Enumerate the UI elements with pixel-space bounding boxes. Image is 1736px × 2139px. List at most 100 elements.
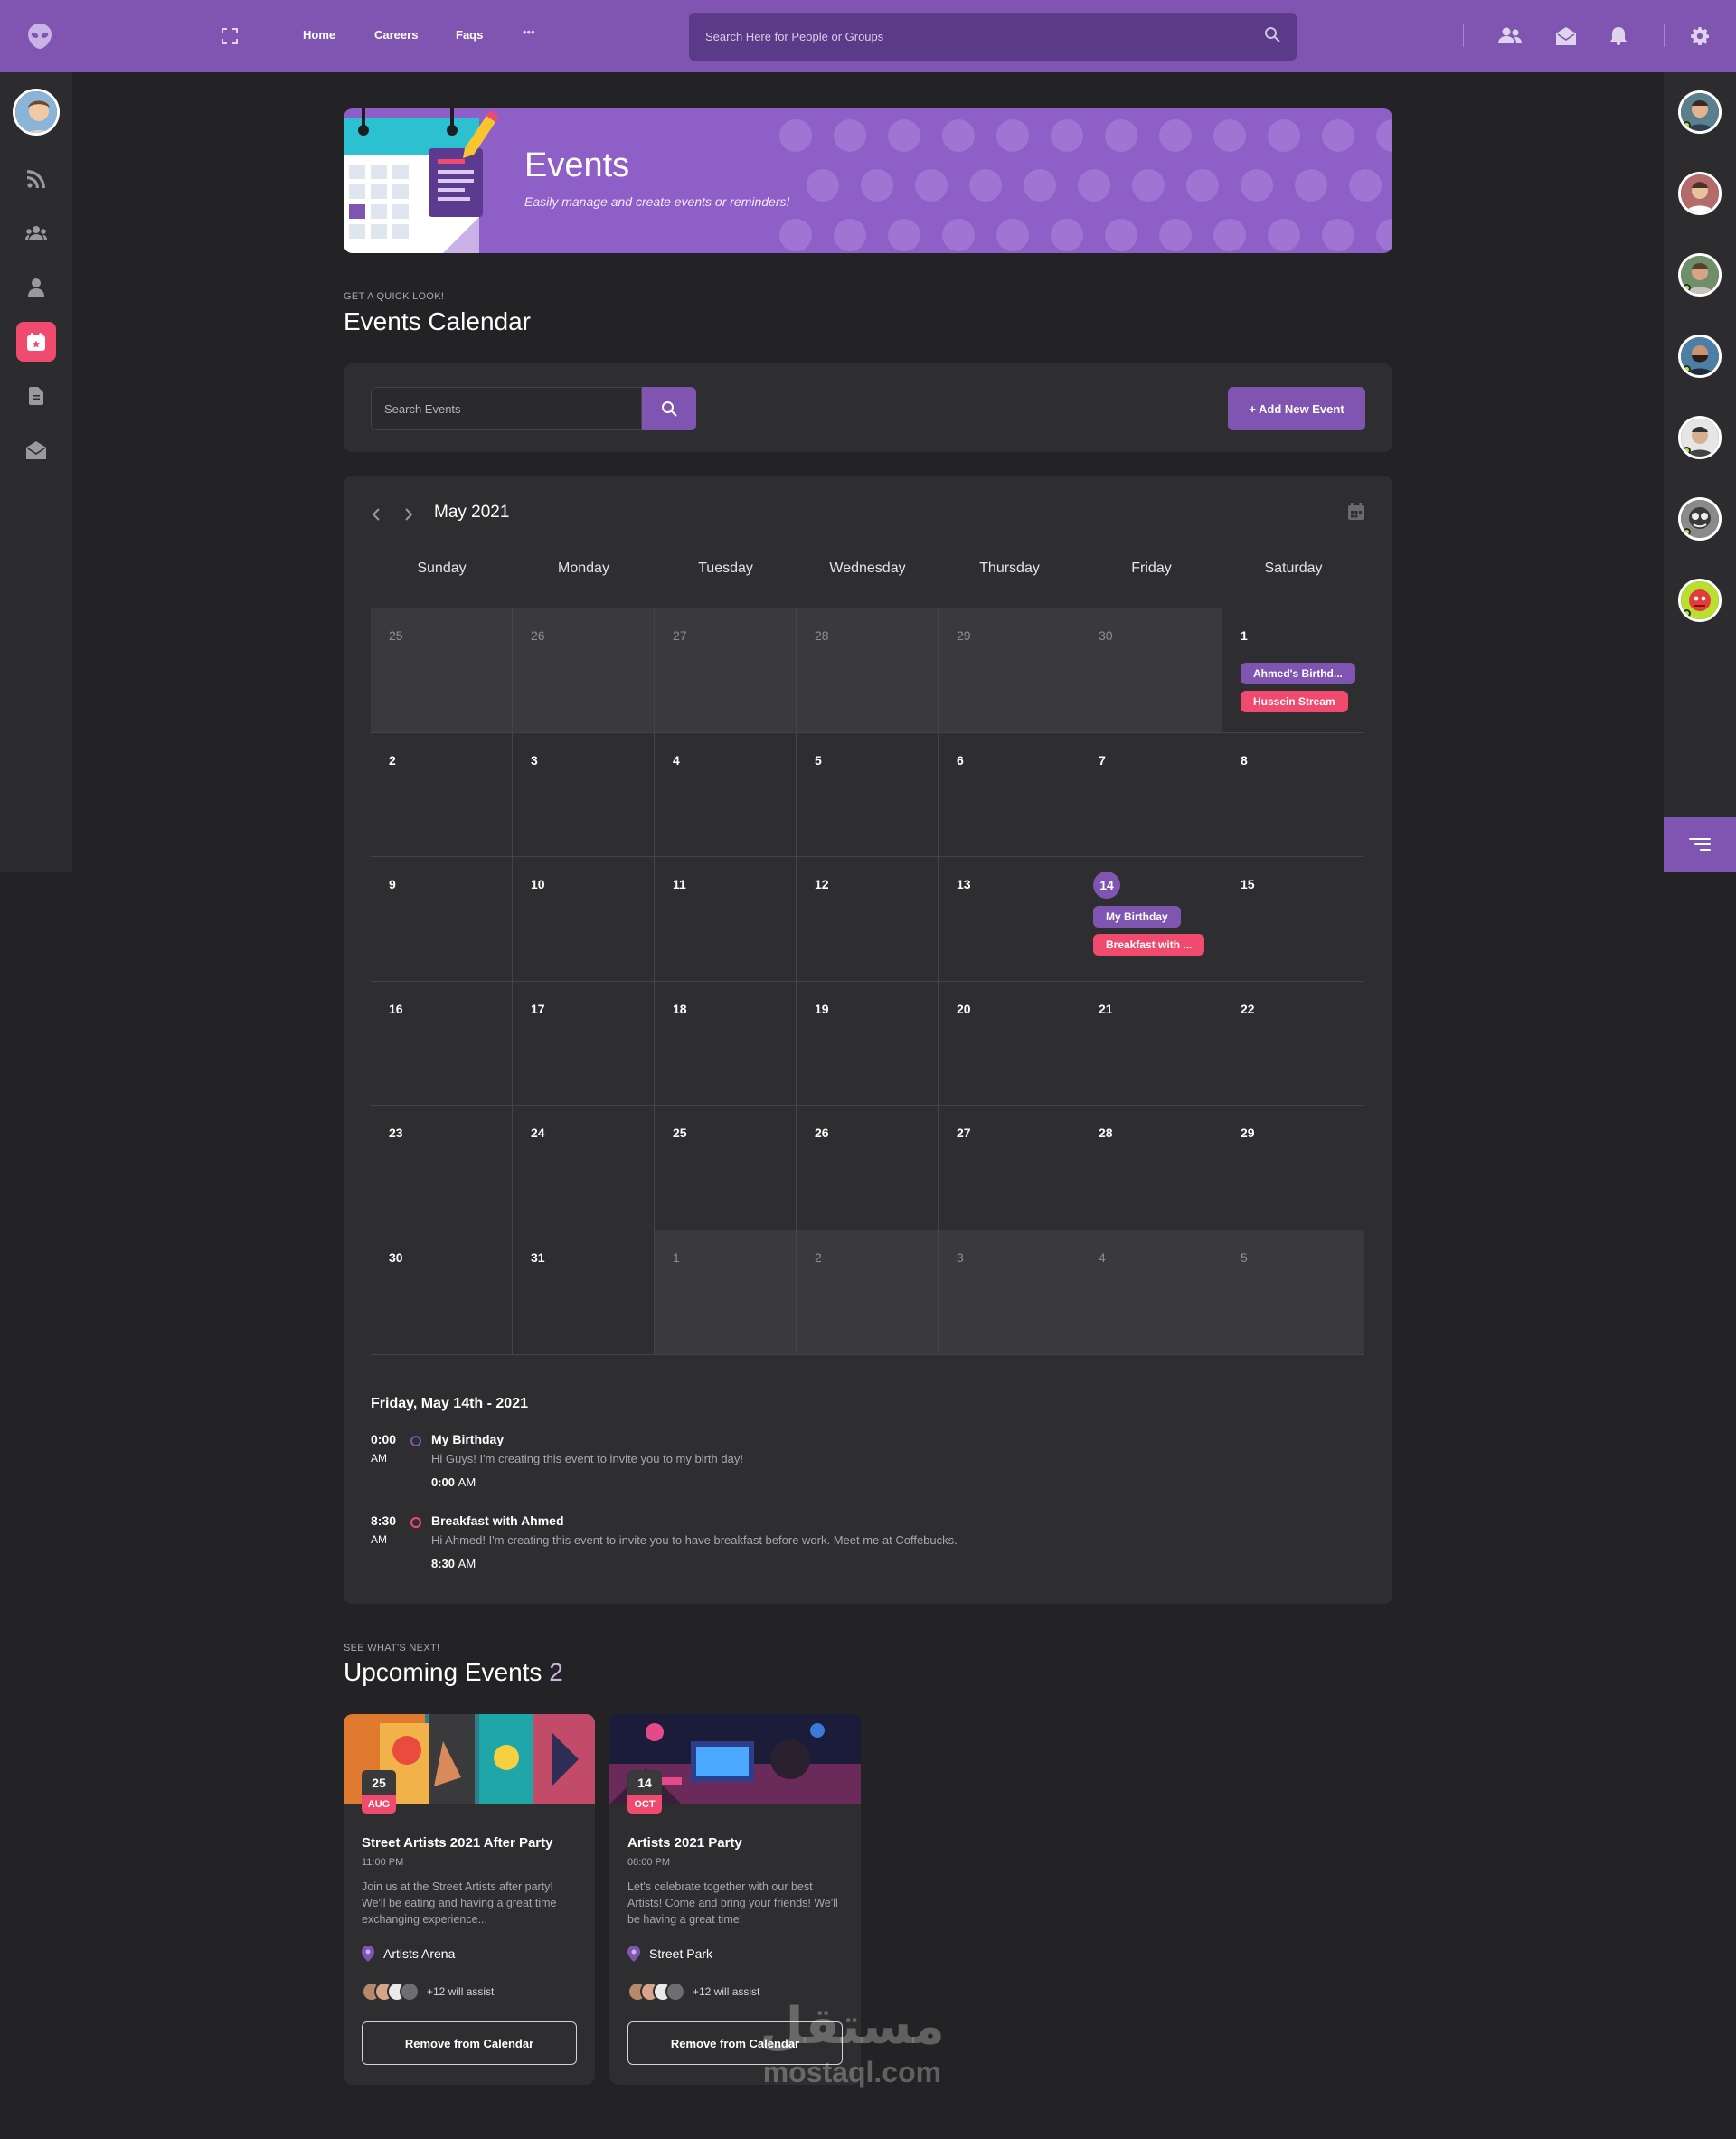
calendar-day-cell[interactable]: 31 [513, 1230, 655, 1355]
event-ampm: AM [371, 1533, 387, 1546]
event-attendees: +12 will assist [362, 1982, 494, 2002]
calendar-day-cell[interactable]: 29 [939, 608, 1080, 733]
add-new-event-button[interactable]: + Add New Event [1228, 387, 1365, 430]
more-nav-icon[interactable]: ••• [523, 25, 535, 39]
calendar-day-cell[interactable]: 30 [371, 1230, 513, 1355]
event-card[interactable]: 25 AUG Street Artists 2021 After Party 1… [344, 1714, 595, 2085]
pages-document-icon[interactable] [16, 376, 56, 416]
calendar-day-cell[interactable]: 12 [797, 857, 939, 982]
settings-gear-icon[interactable] [1685, 22, 1714, 51]
calendar-day-number: 13 [957, 877, 971, 892]
newsfeed-rss-icon[interactable] [16, 159, 56, 199]
calendar-day-cell[interactable]: 30 [1080, 608, 1222, 733]
calendar-day-cell[interactable]: 2 [371, 732, 513, 858]
event-date-badge: 14 OCT [627, 1770, 662, 1814]
calendar-day-number: 23 [389, 1126, 403, 1141]
calendar-day-cell[interactable]: 23 [371, 1106, 513, 1230]
calendar-day-cell[interactable]: 27 [939, 1106, 1080, 1230]
calendar-day-cell[interactable]: 1 [655, 1230, 797, 1355]
calendar-day-cell[interactable]: 18 [655, 981, 797, 1107]
friend-avatar[interactable] [1678, 579, 1722, 622]
remove-from-calendar-button[interactable]: Remove from Calendar [362, 2021, 577, 2065]
calendar-day-number: 29 [957, 628, 971, 643]
profile-user-icon[interactable] [16, 268, 56, 307]
calendar-day-cell[interactable]: 6 [939, 732, 1080, 858]
groups-icon[interactable] [16, 213, 56, 253]
calendar-view-icon[interactable] [1347, 503, 1365, 525]
chat-toggle-button[interactable] [1664, 817, 1736, 872]
calendar-day-cell[interactable]: 27 [655, 608, 797, 733]
calendar-day-cell[interactable]: 17 [513, 981, 655, 1107]
global-search-input[interactable] [705, 30, 1212, 43]
calendar-day-cell[interactable]: 22 [1222, 982, 1364, 1107]
event-when: 0:00 AM [431, 1475, 476, 1489]
events-search-input[interactable] [384, 401, 628, 416]
calendar-event-chip[interactable]: Breakfast with ... [1093, 934, 1205, 956]
calendar-day-cell[interactable]: 3 [513, 732, 655, 858]
friend-avatar[interactable] [1678, 90, 1722, 134]
day-header-thursday: Thursday [979, 561, 1040, 576]
calendar-day-cell[interactable]: 25 [655, 1106, 797, 1230]
calendar-day-cell[interactable]: 21 [1080, 981, 1222, 1107]
calendar-day-cell[interactable]: 7 [1080, 732, 1222, 858]
calendar-day-cell[interactable]: 5 [797, 732, 939, 858]
calendar-day-cell[interactable]: 19 [797, 981, 939, 1107]
calendar-day-number: 16 [389, 1001, 403, 1016]
user-avatar[interactable] [13, 89, 60, 136]
friend-avatar[interactable] [1678, 416, 1722, 459]
friend-avatar[interactable] [1678, 335, 1722, 378]
calendar-day-cell[interactable]: 29 [1222, 1106, 1364, 1230]
event-dot-icon [410, 1436, 421, 1446]
calendar-event-chip[interactable]: Ahmed's Birthd... [1241, 663, 1355, 684]
calendar-day-cell[interactable]: 28 [1080, 1106, 1222, 1230]
calendar-day-cell[interactable]: 26 [797, 1106, 939, 1230]
fullscreen-icon[interactable] [215, 22, 244, 51]
nav-faqs[interactable]: Faqs [456, 28, 483, 42]
events-calendar-icon[interactable] [16, 322, 56, 362]
calendar-day-cell[interactable]: 8 [1222, 733, 1364, 858]
alien-logo-icon[interactable] [20, 16, 60, 56]
calendar-event-chip[interactable]: My Birthday [1093, 906, 1181, 928]
events-search-button[interactable] [642, 387, 696, 430]
calendar-day-cell[interactable]: 4 [1080, 1230, 1222, 1355]
next-month-chevron-icon[interactable] [403, 506, 414, 525]
inbox-envelope-icon[interactable] [16, 430, 56, 470]
messages-icon[interactable] [1552, 22, 1580, 51]
nav-home[interactable]: Home [303, 28, 335, 42]
calendar-day-number: 1 [1241, 628, 1248, 643]
nav-careers[interactable]: Careers [374, 28, 418, 42]
friend-avatar[interactable] [1678, 253, 1722, 297]
notifications-bell-icon[interactable] [1604, 22, 1633, 51]
friend-avatar[interactable] [1678, 172, 1722, 215]
calendar-day-cell[interactable]: 2 [797, 1230, 939, 1355]
calendar-event-chip[interactable]: Hussein Stream [1241, 691, 1348, 712]
calendar-day-cell[interactable]: 25 [371, 608, 513, 733]
calendar-day-cell[interactable]: 14 My Birthday Breakfast with ... [1080, 857, 1222, 982]
calendar-day-cell[interactable]: 26 [513, 608, 655, 733]
calendar-day-cell[interactable]: 16 [371, 981, 513, 1107]
friend-avatar[interactable] [1678, 497, 1722, 541]
friends-icon[interactable] [1495, 22, 1524, 51]
calendar-day-cell[interactable]: 3 [939, 1230, 1080, 1355]
calendar-day-cell[interactable]: 4 [655, 732, 797, 858]
calendar-day-cell[interactable]: 5 [1222, 1230, 1364, 1355]
search-icon[interactable] [1264, 26, 1280, 47]
calendar-day-number: 17 [531, 1001, 545, 1016]
divider [1463, 24, 1464, 47]
calendar-day-cell[interactable]: 20 [939, 981, 1080, 1107]
calendar-day-number: 27 [957, 1126, 971, 1141]
calendar-day-cell[interactable]: 11 [655, 857, 797, 982]
calendar-day-number: 19 [815, 1001, 829, 1016]
calendar-day-cell[interactable]: 9 [371, 857, 513, 982]
calendar-day-cell[interactable]: 15 [1222, 857, 1364, 982]
calendar-day-cell[interactable]: 28 [797, 608, 939, 733]
calendar-day-number: 9 [389, 877, 396, 892]
calendar-day-number: 8 [1241, 752, 1248, 768]
event-card-title[interactable]: Artists 2021 Party [627, 1835, 742, 1851]
event-card-title[interactable]: Street Artists 2021 After Party [362, 1835, 552, 1851]
calendar-day-cell[interactable]: 1 Ahmed's Birthd... Hussein Stream [1222, 608, 1364, 733]
calendar-day-cell[interactable]: 24 [513, 1106, 655, 1230]
calendar-day-cell[interactable]: 13 [939, 857, 1080, 982]
calendar-day-cell[interactable]: 10 [513, 857, 655, 982]
prev-month-chevron-icon[interactable] [371, 506, 382, 525]
